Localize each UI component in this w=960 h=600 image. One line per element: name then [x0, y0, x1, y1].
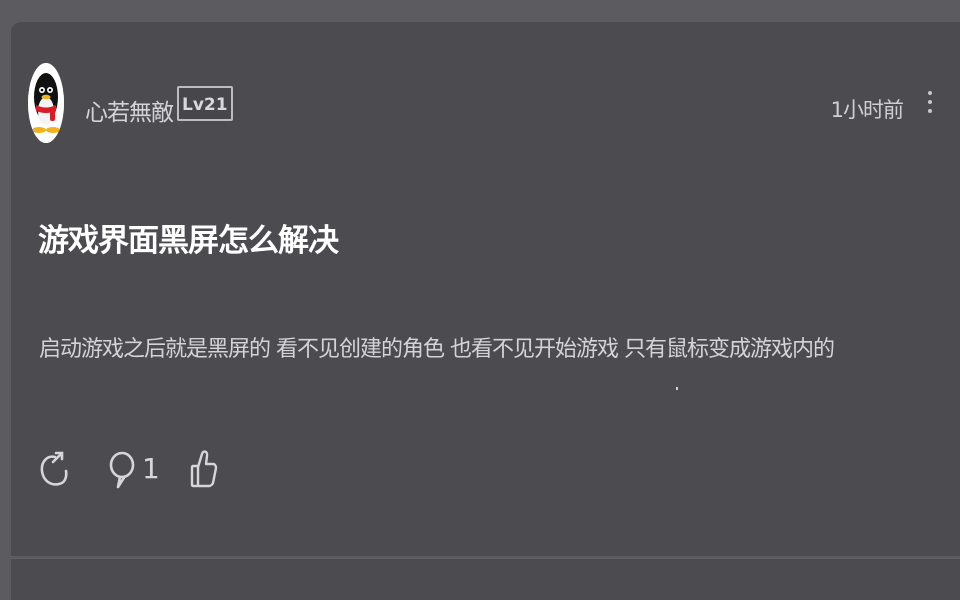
small-speck	[676, 387, 678, 390]
comment-icon	[109, 451, 135, 489]
post-actions: 1	[38, 445, 238, 493]
post-title[interactable]: 游戏界面黑屏怎么解决	[38, 218, 888, 264]
more-dot	[928, 100, 932, 104]
more-dot	[928, 109, 932, 113]
comment-count: 1	[142, 452, 160, 485]
post-content[interactable]: 启动游戏之后就是黑屏的 看不见创建的角色 也看不见开始游戏 只有鼠标变成游戏内的	[39, 331, 919, 369]
page: 心若無敵 Lv21 1小时前 游戏界面黑屏怎么解决 启动游戏之后就是黑屏的 看不…	[0, 0, 960, 600]
level-badge: Lv21	[177, 86, 233, 121]
author-name[interactable]: 心若無敵	[85, 93, 174, 127]
more-vertical-icon[interactable]	[923, 86, 937, 122]
share-button[interactable]	[38, 445, 68, 493]
post-time: 1小时前	[830, 98, 904, 122]
thumbs-up-icon	[190, 450, 218, 488]
qq-penguin-avatar-icon	[28, 63, 64, 143]
comment-button[interactable]: 1	[108, 445, 160, 493]
more-dot	[928, 91, 932, 95]
like-button[interactable]	[188, 445, 218, 493]
author-avatar[interactable]	[28, 63, 64, 143]
post-header: 心若無敵 Lv21 1小时前	[28, 63, 938, 143]
share-icon	[40, 451, 68, 486]
next-post-card[interactable]	[11, 558, 960, 600]
